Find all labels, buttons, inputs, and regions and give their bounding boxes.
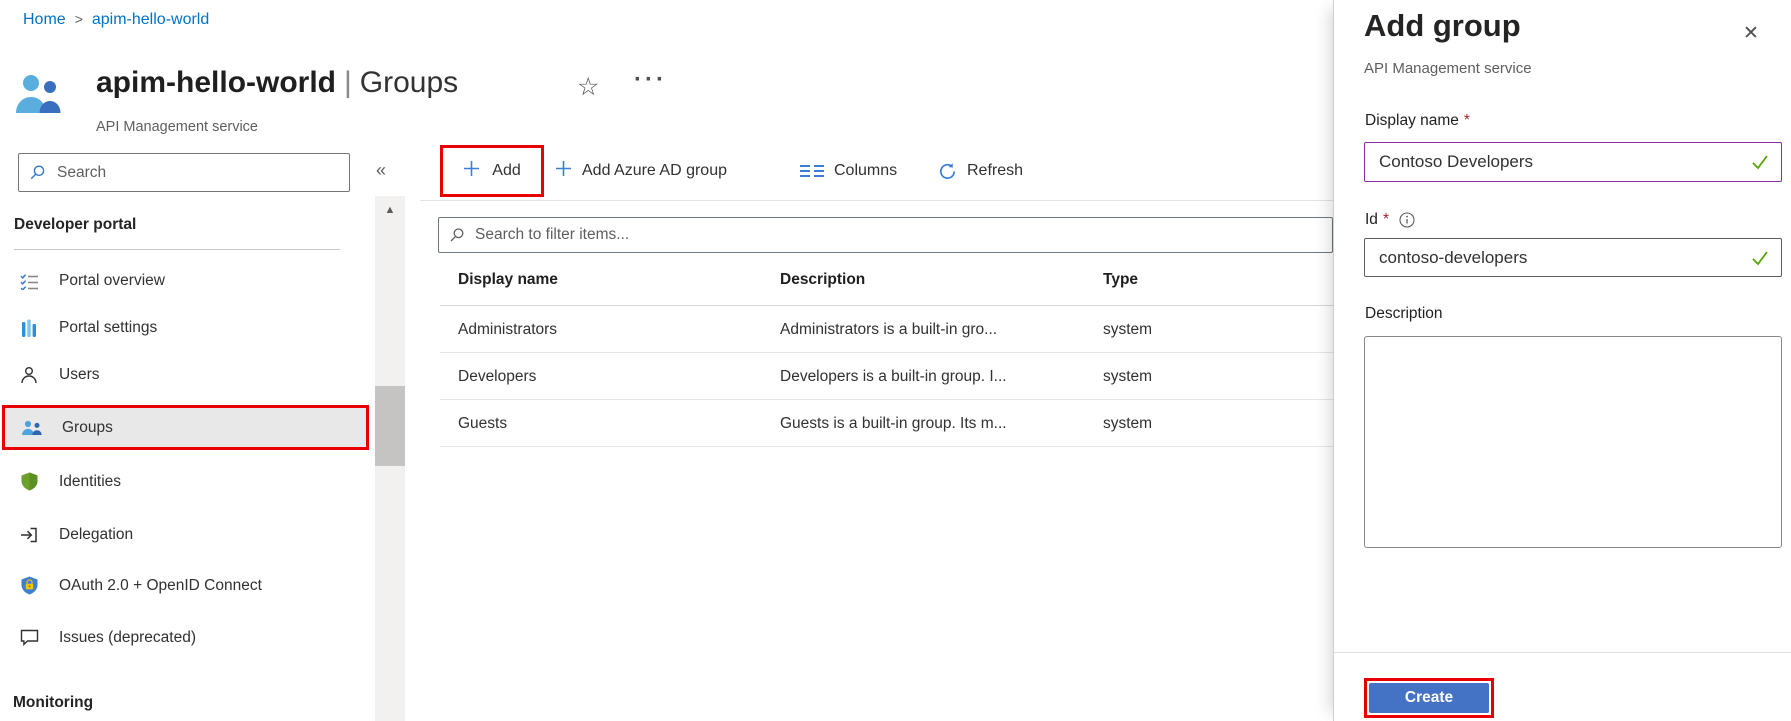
page-title-separator: |: [336, 66, 360, 99]
description-textarea[interactable]: [1364, 336, 1782, 548]
cell-type: system: [1103, 368, 1152, 386]
sidebar-item-label: Users: [59, 366, 99, 384]
page-title: apim-hello-world|Groups: [96, 64, 458, 102]
scrollbar-thumb[interactable]: [375, 386, 405, 466]
cell-description: Developers is a built-in group. I...: [780, 368, 1007, 386]
column-header-type[interactable]: Type: [1103, 271, 1138, 289]
portal-overview-icon: [17, 272, 41, 290]
sidebar-item-label: Portal overview: [59, 272, 165, 290]
plus-icon: [463, 160, 480, 182]
sidebar-scrollbar: ▲: [375, 196, 405, 721]
panel-subtitle: API Management service: [1364, 60, 1532, 77]
display-name-input[interactable]: [1377, 151, 1743, 173]
sidebar-divider: [14, 249, 340, 250]
sidebar-item-users[interactable]: Users: [2, 351, 369, 398]
info-icon[interactable]: [1399, 212, 1415, 228]
row-divider: [440, 399, 1333, 400]
refresh-label: Refresh: [967, 162, 1023, 180]
breadcrumb-home-link[interactable]: Home: [23, 11, 66, 28]
page-title-section: Groups: [360, 66, 458, 99]
page-title-resource: apim-hello-world: [96, 66, 336, 99]
cell-description: Guests is a built-in group. Its m...: [780, 415, 1007, 433]
issues-bubble-icon: [17, 629, 41, 647]
add-button-highlight: Add: [440, 145, 544, 197]
sidebar-collapse-button[interactable]: «: [376, 160, 386, 181]
sidebar-item-label: Portal settings: [59, 319, 157, 337]
id-field-wrapper: [1364, 238, 1782, 277]
more-options-icon[interactable]: ···: [634, 66, 667, 94]
plus-icon: [555, 160, 572, 182]
add-button[interactable]: Add: [463, 160, 520, 182]
sidebar-item-label: Identities: [59, 473, 121, 491]
sidebar-search-input[interactable]: [55, 163, 339, 183]
column-header-display-name[interactable]: Display name: [458, 271, 558, 289]
cell-type: system: [1103, 415, 1152, 433]
sidebar-item-groups[interactable]: Groups: [2, 405, 369, 450]
sidebar-section-developer-portal: Developer portal: [14, 216, 136, 234]
column-header-description[interactable]: Description: [780, 271, 865, 289]
row-divider: [440, 352, 1333, 353]
panel-footer-divider: [1334, 652, 1791, 653]
refresh-button[interactable]: Refresh: [938, 145, 1023, 197]
display-name-field-wrapper: [1364, 142, 1782, 182]
required-asterisk: *: [1383, 211, 1389, 229]
groups-icon: [20, 419, 44, 437]
scrollbar-up-arrow[interactable]: ▲: [375, 204, 405, 216]
sidebar-item-identities[interactable]: Identities: [2, 458, 369, 505]
add-group-panel: Add group ✕ API Management service Displ…: [1333, 0, 1791, 721]
create-button-highlight: Create: [1364, 678, 1494, 718]
cell-description: Administrators is a built-in gro...: [780, 321, 997, 339]
search-icon: [449, 227, 465, 243]
add-azure-ad-group-label: Add Azure AD group: [582, 162, 727, 180]
cell-display-name: Guests: [458, 415, 507, 433]
identities-shield-icon: [17, 473, 41, 491]
panel-title: Add group: [1364, 8, 1521, 44]
table-header-border: [440, 305, 1333, 306]
create-button[interactable]: Create: [1369, 683, 1489, 713]
valid-check-icon: [1751, 250, 1769, 266]
sidebar-item-label: Delegation: [59, 526, 133, 544]
sidebar-search-box[interactable]: [18, 153, 350, 192]
sidebar-item-oauth[interactable]: OAuth 2.0 + OpenID Connect: [2, 562, 369, 609]
sidebar-item-portal-settings[interactable]: Portal settings: [2, 304, 369, 351]
users-icon: [17, 366, 41, 384]
description-label: Description: [1365, 305, 1443, 323]
columns-label: Columns: [834, 162, 897, 180]
sidebar-section-monitoring: Monitoring: [13, 694, 93, 712]
favorite-star-icon[interactable]: ☆: [577, 72, 599, 102]
page-subtitle: API Management service: [96, 119, 258, 135]
id-input[interactable]: [1377, 247, 1743, 269]
columns-icon: [800, 164, 824, 178]
filter-box[interactable]: [438, 217, 1333, 253]
sidebar-item-label: Groups: [62, 419, 113, 437]
breadcrumb-separator: >: [66, 11, 92, 27]
row-divider: [440, 446, 1333, 447]
display-name-label: Display name *: [1365, 112, 1470, 130]
sidebar-item-issues[interactable]: Issues (deprecated): [2, 614, 369, 661]
sidebar-item-portal-overview[interactable]: Portal overview: [2, 257, 369, 304]
valid-check-icon: [1751, 154, 1769, 170]
apim-service-icon: [15, 74, 62, 119]
breadcrumb: Home>apim-hello-world: [23, 11, 209, 29]
cell-display-name: Administrators: [458, 321, 557, 339]
close-icon[interactable]: ✕: [1743, 22, 1759, 45]
refresh-icon: [938, 162, 957, 181]
add-azure-ad-group-button[interactable]: Add Azure AD group: [555, 145, 727, 197]
sidebar-item-label: OAuth 2.0 + OpenID Connect: [59, 577, 262, 595]
toolbar-divider: [420, 200, 1333, 201]
search-icon: [29, 164, 46, 181]
sidebar-item-label: Issues (deprecated): [59, 629, 196, 647]
add-button-label: Add: [492, 162, 520, 180]
breadcrumb-apim-link[interactable]: apim-hello-world: [92, 11, 209, 28]
portal-settings-icon: [17, 319, 41, 337]
filter-input[interactable]: [473, 225, 1322, 245]
cell-display-name: Developers: [458, 368, 536, 386]
id-label: Id *: [1365, 211, 1415, 229]
required-asterisk: *: [1464, 112, 1470, 130]
delegation-icon: [17, 526, 41, 544]
sidebar-item-delegation[interactable]: Delegation: [2, 511, 369, 558]
columns-button[interactable]: Columns: [800, 145, 897, 197]
oauth-shield-lock-icon: [17, 577, 41, 595]
cell-type: system: [1103, 321, 1152, 339]
